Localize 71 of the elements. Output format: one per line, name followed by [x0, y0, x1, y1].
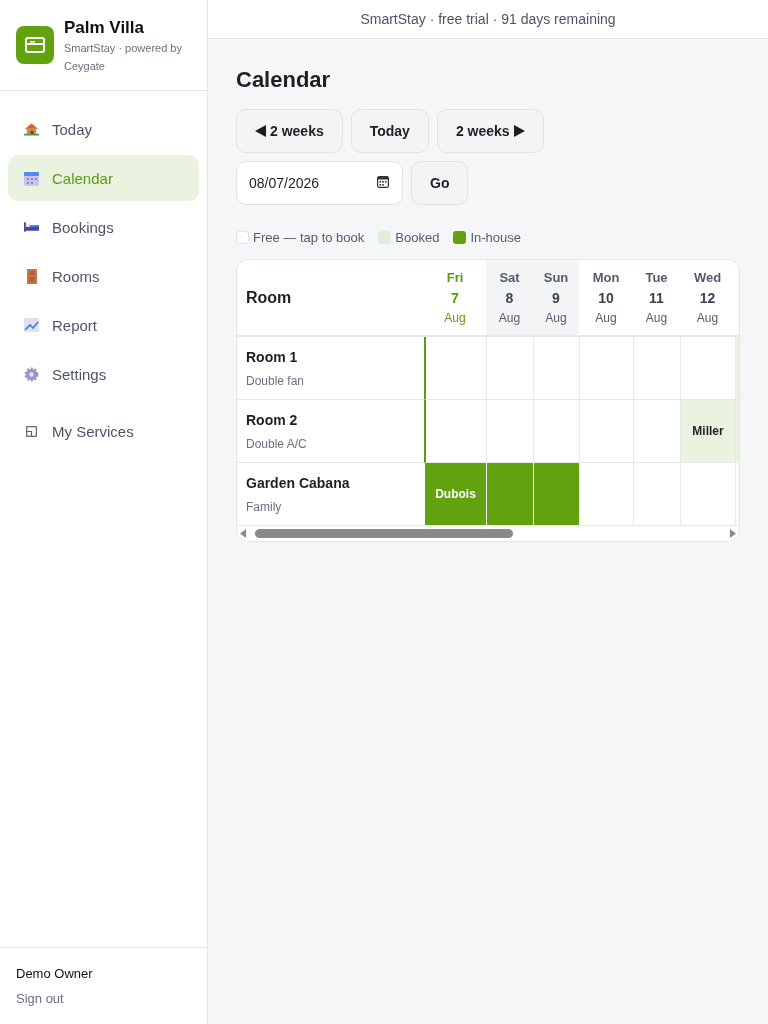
- month-label: Aug: [444, 311, 466, 325]
- room-type: Double A/C: [246, 437, 308, 451]
- room-name: Room 1: [246, 349, 299, 365]
- weekday-label: Sun: [543, 270, 569, 285]
- free-cell[interactable]: [486, 337, 533, 400]
- legend-swatch: [378, 231, 392, 244]
- nav-item[interactable]: Rooms: [8, 253, 199, 299]
- trial-banner: SmartStay · free trial · 91 days remaining: [208, 0, 768, 39]
- bed-icon: [24, 222, 39, 232]
- date-field[interactable]: 08/07/2026: [236, 161, 403, 205]
- month-label: Aug: [696, 311, 719, 325]
- weekday-label: Fri: [446, 270, 464, 285]
- legend-label: In-house: [470, 230, 521, 245]
- month-label: Aug: [645, 311, 668, 325]
- room-type: Family: [246, 500, 283, 514]
- free-cell[interactable]: [424, 337, 486, 400]
- legend-swatch: [453, 231, 467, 244]
- door-icon: [26, 268, 37, 284]
- legend-label: Free — tap to book: [253, 230, 365, 245]
- user-name: Demo Owner: [16, 966, 94, 981]
- nav-item[interactable]: Today: [8, 106, 199, 152]
- in-house-cell[interactable]: [486, 463, 533, 526]
- day-number: 8: [505, 290, 514, 306]
- day-number: 10: [598, 290, 614, 306]
- horizontal-scrollbar[interactable]: [237, 526, 739, 541]
- month-label: Aug: [545, 311, 567, 325]
- day-number: 9: [552, 290, 560, 306]
- month-label: Aug: [595, 311, 617, 325]
- room-name: Room 2: [246, 412, 299, 428]
- settings-icon: [24, 366, 39, 382]
- weekday-label: Sat: [499, 270, 520, 285]
- weekday-label: Tue: [645, 270, 668, 285]
- booked-cell[interactable]: Miller: [680, 400, 735, 463]
- day-number: 11: [649, 290, 664, 306]
- column-header: Room: [237, 260, 424, 337]
- nav-item[interactable]: Report: [8, 302, 199, 348]
- right-triangle-icon: [513, 125, 525, 137]
- house-icon: [24, 122, 39, 136]
- window-icon: [26, 425, 37, 437]
- room-name: Garden Cabana: [246, 475, 351, 491]
- page-title: Calendar: [236, 67, 332, 93]
- previous-button[interactable]: 2 weeks: [236, 109, 343, 153]
- logo-icon: [16, 26, 54, 64]
- weekday-label: Wed: [693, 270, 722, 285]
- nav-item[interactable]: Bookings: [8, 204, 199, 250]
- legend-swatch: [236, 231, 249, 244]
- nav-item[interactable]: Settings: [8, 351, 199, 397]
- nav-item[interactable]: My Services: [8, 408, 199, 454]
- weekday-label: Mon: [592, 270, 620, 285]
- free-cell[interactable]: [579, 400, 633, 463]
- brand-tagline: SmartStay · powered by Ceygate: [64, 41, 183, 74]
- calendar-icon: [24, 170, 39, 186]
- property-name: Palm Villa: [64, 18, 145, 38]
- go-button[interactable]: Go: [411, 161, 469, 205]
- day-number: 12: [699, 290, 716, 306]
- month-label: Aug: [498, 311, 521, 325]
- free-cell[interactable]: [633, 337, 680, 400]
- next-button[interactable]: 2 weeks: [436, 109, 544, 153]
- in-house-cell[interactable]: [533, 463, 579, 526]
- scroll-right-icon[interactable]: [730, 529, 736, 538]
- free-cell[interactable]: [533, 337, 579, 400]
- room-type: Double fan: [246, 374, 306, 388]
- calendar-icon: [377, 176, 389, 188]
- today-button[interactable]: Today: [350, 109, 429, 153]
- left-triangle-icon: [255, 125, 266, 137]
- legend-label: Booked: [395, 230, 440, 245]
- scroll-left-icon[interactable]: [240, 529, 246, 538]
- free-cell[interactable]: [579, 337, 633, 400]
- day-number: 7: [451, 290, 459, 306]
- sign-out-link[interactable]: Sign out: [16, 991, 64, 1006]
- chart-icon: [24, 318, 39, 332]
